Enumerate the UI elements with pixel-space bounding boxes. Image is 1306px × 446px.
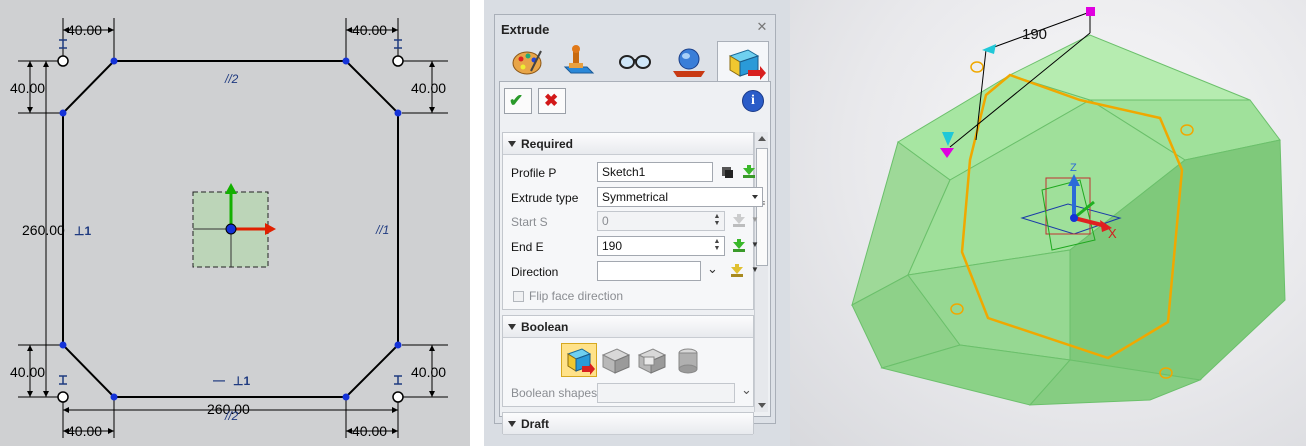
extrude-preview-geometry xyxy=(851,7,1286,406)
constraint-parallel-top[interactable]: //2 xyxy=(225,72,238,86)
dialog-panel: Extrude ✕ ✔ ✖ i Required Profile P Sketc… xyxy=(494,14,776,435)
required-section: Required Profile P Sketch1 Extrude type … xyxy=(502,132,763,310)
constraint-parallel-bottom[interactable]: //2 xyxy=(225,409,238,423)
direction-pick-icon[interactable] xyxy=(729,263,745,279)
flip-face-label: Flip face direction xyxy=(529,289,624,303)
dim-top-right[interactable]: 40.00 xyxy=(352,22,387,38)
dim-bottom-right[interactable]: 40.00 xyxy=(352,423,387,439)
start-label: Start S xyxy=(511,215,548,229)
tab-extrude[interactable] xyxy=(717,41,769,81)
end-menu-arrow-icon[interactable]: ▼ xyxy=(751,240,759,249)
boolean-shapes-expand-icon[interactable]: ⌄ xyxy=(741,382,752,398)
boolean-add-icon xyxy=(601,348,631,374)
constraint-perpendicular-left[interactable]: ⊥1 xyxy=(74,224,91,238)
pick-arrow-green-icon[interactable] xyxy=(741,164,757,180)
end-field[interactable]: 190 ▲ ▼ xyxy=(597,236,725,256)
collapse-triangle-icon xyxy=(508,421,516,427)
start-value: 0 xyxy=(602,214,609,228)
dim-left-lower[interactable]: 40.00 xyxy=(10,364,45,380)
extrude-box-icon xyxy=(728,49,766,80)
end-label: End E xyxy=(511,240,544,254)
cancel-button[interactable]: ✖ xyxy=(538,88,566,114)
profile-value: Sketch1 xyxy=(602,165,646,179)
boolean-section: Boolean Boolean shapes ⌄ xyxy=(502,315,754,407)
tab-stamp[interactable] xyxy=(555,41,607,81)
boolean-add-button[interactable] xyxy=(599,343,633,377)
boolean-section-title: Boolean xyxy=(521,320,569,334)
direction-menu-arrow-icon[interactable]: ▼ xyxy=(751,265,759,274)
start-field[interactable]: 0 ▲ ▼ xyxy=(597,211,725,231)
dim-left-upper[interactable]: 40.00 xyxy=(10,80,45,96)
draft-section: Draft xyxy=(502,412,754,435)
profile-field[interactable]: Sketch1 xyxy=(597,162,713,182)
copy-icon[interactable] xyxy=(719,164,735,180)
dim-right-upper[interactable]: 40.00 xyxy=(411,80,446,96)
spin-icon[interactable]: ▲ ▼ xyxy=(712,213,722,229)
direction-label: Direction xyxy=(511,265,559,279)
stamp-icon xyxy=(563,45,595,74)
tab-globe[interactable] xyxy=(663,41,715,81)
globe-icon xyxy=(673,48,705,77)
info-button[interactable]: i xyxy=(742,90,764,112)
start-pick-icon[interactable] xyxy=(731,213,747,229)
end-value: 190 xyxy=(602,239,623,253)
depth-dimension-label[interactable]: 190 xyxy=(1022,26,1047,43)
settings-palette-icon xyxy=(512,50,542,75)
boolean-remove-icon xyxy=(637,348,667,374)
close-icon[interactable]: ✕ xyxy=(755,20,769,34)
collapse-triangle-icon xyxy=(508,141,516,147)
tab-palette[interactable] xyxy=(501,41,553,81)
extrude-type-value: Symmetrical xyxy=(602,190,669,204)
info-icon: i xyxy=(751,93,755,108)
dropdown-arrow-icon xyxy=(752,195,758,199)
dim-left-total[interactable]: 260.00 xyxy=(22,222,65,238)
tab-view[interactable] xyxy=(609,41,661,81)
axis-z-label: Z xyxy=(1070,162,1077,174)
extrude-box-icon xyxy=(566,348,595,375)
collapse-triangle-icon xyxy=(508,324,516,330)
dim-bottom-left[interactable]: 40.00 xyxy=(67,423,102,439)
check-icon: ✔ xyxy=(509,91,524,110)
constraint-parallel-right[interactable]: //1 xyxy=(376,223,389,237)
boolean-base-button[interactable] xyxy=(561,343,597,377)
panel-separator xyxy=(470,0,484,446)
extrude-dialog: Extrude ✕ ✔ ✖ i Required Profile P Sketc… xyxy=(484,0,790,446)
sketch-canvas[interactable]: 40.00 40.00 40.00 40.00 260.00 40.00 40.… xyxy=(0,0,470,446)
scroll-down-icon[interactable] xyxy=(758,403,766,408)
profile-label: Profile P xyxy=(511,166,557,180)
flip-face-checkbox[interactable] xyxy=(513,291,524,302)
constraint-perpendicular-bottom[interactable]: ⊥1 xyxy=(233,374,250,388)
boolean-remove-button[interactable] xyxy=(635,343,669,377)
cancel-x-icon: ✖ xyxy=(544,91,559,110)
dim-top-left[interactable]: 40.00 xyxy=(67,22,102,38)
dialog-title: Extrude xyxy=(501,22,550,37)
extrude-type-label: Extrude type xyxy=(511,191,579,205)
direction-field[interactable] xyxy=(597,261,701,281)
boolean-section-header[interactable]: Boolean xyxy=(503,316,753,338)
boolean-shapes-field[interactable] xyxy=(597,383,735,403)
scroll-up-icon[interactable] xyxy=(758,136,766,141)
constraint-horizontal-bottom[interactable]: — xyxy=(213,373,225,387)
3d-viewport[interactable]: 190 X Z xyxy=(790,0,1306,446)
spin-icon[interactable]: ▲ ▼ xyxy=(712,238,722,254)
start-menu-arrow-icon[interactable]: ▼ xyxy=(751,215,759,224)
direction-expand-icon[interactable]: ⌄ xyxy=(707,261,718,277)
tab-content: ✔ ✖ i ≡ Required xyxy=(499,81,771,435)
boolean-intersect-button[interactable] xyxy=(671,343,705,377)
extrude-type-select[interactable]: Symmetrical xyxy=(597,187,763,207)
draft-section-header[interactable]: Draft xyxy=(503,413,753,435)
dim-right-lower[interactable]: 40.00 xyxy=(411,364,446,380)
boolean-intersect-icon xyxy=(678,348,698,374)
tool-tabs xyxy=(499,41,771,81)
end-pick-icon[interactable] xyxy=(731,238,747,254)
draft-section-title: Draft xyxy=(521,417,550,431)
required-section-title: Required xyxy=(521,137,574,151)
boolean-shapes-label: Boolean shapes xyxy=(511,386,598,400)
ok-button[interactable]: ✔ xyxy=(504,88,532,114)
required-section-header[interactable]: Required xyxy=(503,133,753,155)
axis-x-label: X xyxy=(1108,226,1117,241)
glasses-icon xyxy=(619,55,651,69)
